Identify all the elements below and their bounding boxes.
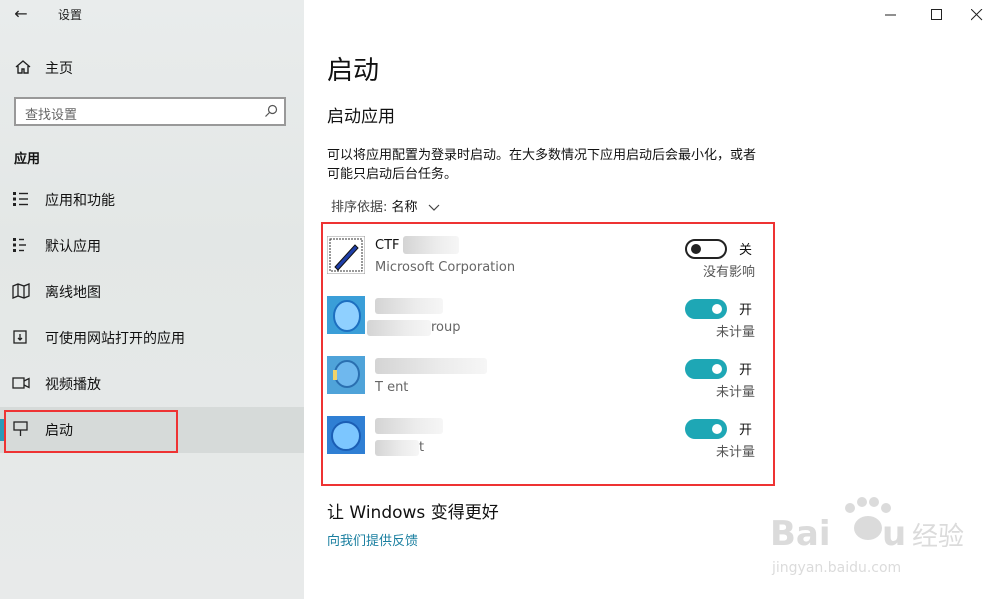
sort-dropdown[interactable]: 排序依据: 名称 [331,196,440,215]
svg-text:Bai: Bai [770,514,831,554]
startup-impact: 未计量 [715,325,755,340]
search-placeholder: 查找设置 [25,108,78,123]
sidebar-item-label: 离线地图 [45,285,101,301]
startup-impact: 未计量 [715,385,755,400]
blurred-text [375,358,487,374]
sidebar-item-apps-features[interactable]: 应用和功能 [0,177,304,223]
sort-label: 排序依据: [331,200,388,215]
app-publisher: roup [431,320,461,335]
toggle-state: 开 [739,423,753,438]
blurred-text [367,320,431,336]
search-input[interactable]: 查找设置 [14,97,286,126]
toggle-knob [691,244,701,254]
app-publisher: Microsoft Corporation [375,260,516,275]
list-item: T ent 开 未计量 [327,356,767,412]
sidebar-item-label: 默认应用 [45,239,101,255]
toggle-state: 开 [739,303,753,318]
startup-impact: 未计量 [715,445,755,460]
toggle-knob [712,424,722,434]
chevron-down-icon [428,204,440,211]
offline-maps-icon [12,283,30,299]
app-title: 设置 [58,8,83,22]
blue-app-icon [327,416,365,454]
sort-value: 名称 [391,200,418,215]
blurred-text [375,298,443,314]
list-item: t 开 未计量 [327,416,767,472]
startup-impact: 没有影响 [702,265,755,280]
description: 可以将应用配置为登录时启动。在大多数情况下应用启动后会最小化，或者可能只启动后台… [327,148,757,182]
section-heading-apps: 应用 [14,152,41,167]
sidebar-item-offline-maps[interactable]: 离线地图 [0,269,304,315]
list-item: CTF Microsoft Corporation 关 没有影响 [327,236,767,292]
sidebar-item-video-playback[interactable]: 视频播放 [0,361,304,407]
startup-toggle[interactable] [685,299,727,319]
blurred-text [375,418,443,434]
blue-app-icon [327,296,365,334]
toggle-knob [712,304,722,314]
svg-text:jingyan.baidu.com: jingyan.baidu.com [771,560,901,576]
sidebar-item-label: 应用和功能 [45,193,115,209]
section-title-startup-apps: 启动应用 [327,107,395,127]
feedback-link[interactable]: 向我们提供反馈 [327,530,418,549]
app-publisher: t [419,440,425,455]
highlight-box-startup [4,410,178,453]
close-button[interactable] [954,0,1000,30]
startup-toggle[interactable] [685,419,727,439]
section-title-improve-windows: 让 Windows 变得更好 [327,503,499,523]
svg-text:u: u [882,514,906,554]
default-apps-icon [13,238,26,252]
startup-toggle[interactable] [685,359,727,379]
minimize-icon [885,14,896,16]
toggle-state: 开 [739,363,753,378]
sidebar-home[interactable]: 主页 [0,52,304,82]
close-icon [971,9,983,21]
home-icon [15,60,31,74]
sidebar-home-label: 主页 [45,61,73,77]
app-publisher: T ent [375,380,409,395]
sidebar-item-label: 可使用网站打开的应用 [45,331,185,347]
minimize-button[interactable] [868,0,914,30]
svg-text:经验: 经验 [912,522,964,552]
baidu-jingyan-watermark: Bai u 经验 jingyan.baidu.com [770,497,964,576]
toggle-state: 关 [739,243,753,258]
list-item: roup 开 未计量 [327,296,767,352]
blurred-text [403,236,459,254]
blue-app-icon [327,356,365,394]
sidebar-item-label: 视频播放 [45,377,101,393]
toggle-knob [712,364,722,374]
pen-app-icon [327,236,365,274]
startup-toggle[interactable] [685,239,727,259]
back-arrow-icon[interactable]: ← [10,4,32,24]
apps-features-icon [13,192,28,206]
sidebar: ← 设置 主页 查找设置 应用 应用和功能 默认应用 离线地图 可使用网站打开的… [0,0,304,599]
sidebar-item-apps-for-websites[interactable]: 可使用网站打开的应用 [0,315,304,361]
apps-for-websites-icon [13,330,27,344]
maximize-icon [931,9,942,20]
app-name: CTF [375,238,400,253]
video-playback-icon [12,377,30,389]
sidebar-item-default-apps[interactable]: 默认应用 [0,223,304,269]
search-icon[interactable] [264,104,278,118]
title-bar: ← 设置 [0,0,304,30]
page-title: 启动 [327,56,380,86]
blurred-text [375,440,419,456]
